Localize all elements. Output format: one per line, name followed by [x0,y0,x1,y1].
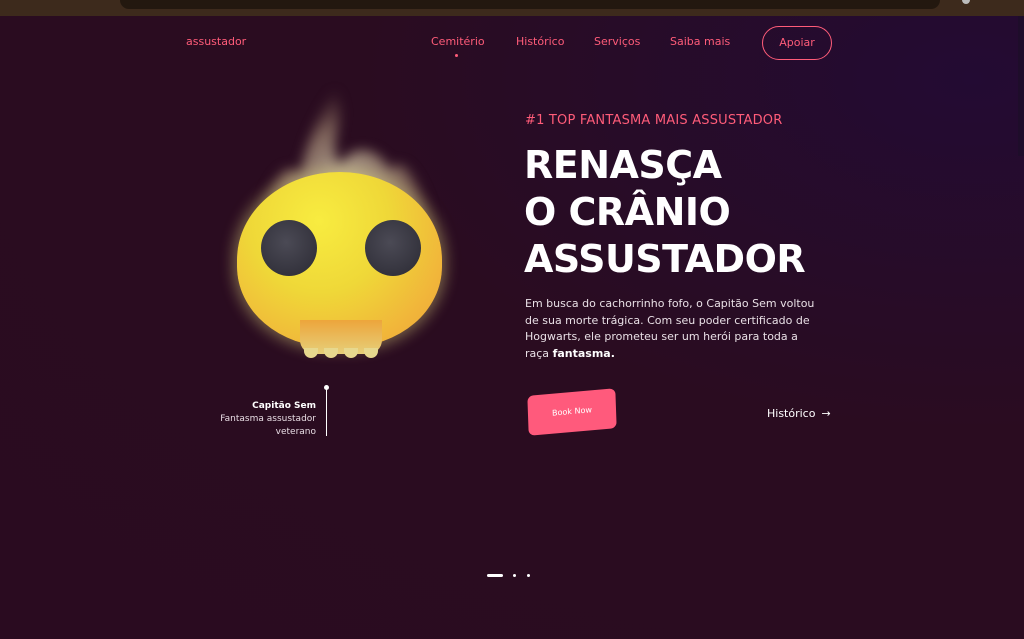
hero-description: Em busca do cachorrinho fofo, o Capitão … [525,296,815,362]
hero-page [0,16,1024,639]
browser-address-bar[interactable] [120,0,940,9]
carousel-dot-3[interactable] [527,574,530,577]
character-caption: Capitão Sem Fantasma assustador veterano [200,400,316,439]
carousel-indicators [487,574,537,578]
arrow-right-icon: → [821,407,831,420]
historico-link-label: Histórico [767,407,816,420]
hero-description-bold: fantasma. [552,346,615,360]
skull-jaw [300,320,382,358]
hero-title-line-1: RENASÇA [524,143,722,187]
nav-item-servicos[interactable]: Serviços [594,35,640,48]
historico-link[interactable]: Histórico → [767,407,831,420]
hero-eyebrow: #1 TOP FANTASMA MAIS ASSUSTADOR [525,113,783,128]
character-subtitle-1: Fantasma assustador [220,414,316,424]
book-now-button[interactable]: Book Now [527,388,617,436]
skull-left-eye [261,220,317,276]
main-nav: Cemitério Histórico Serviços Saiba mais [0,35,1024,51]
apoiar-button[interactable]: Apoiar [762,26,832,60]
nav-item-historico[interactable]: Histórico [516,35,564,48]
character-name: Capitão Sem [252,401,316,411]
nav-item-cemiterio[interactable]: Cemitério [431,35,485,48]
skull-right-eye [365,220,421,276]
nav-active-indicator [455,54,458,57]
hero-title-line-2: O CRÂNIO [524,190,731,234]
carousel-dot-active[interactable] [487,574,503,577]
caption-divider [326,389,327,436]
skull-illustration [225,80,455,380]
hero-title: RENASÇA O CRÂNIO ASSUSTADOR [524,142,844,283]
character-subtitle-2: veterano [275,427,316,437]
nav-item-saiba-mais[interactable]: Saiba mais [670,35,730,48]
carousel-dot-2[interactable] [513,574,516,577]
hero-title-line-3: ASSUSTADOR [524,237,806,281]
browser-menu-icon[interactable] [962,0,970,4]
browser-toolbar [0,0,1024,16]
